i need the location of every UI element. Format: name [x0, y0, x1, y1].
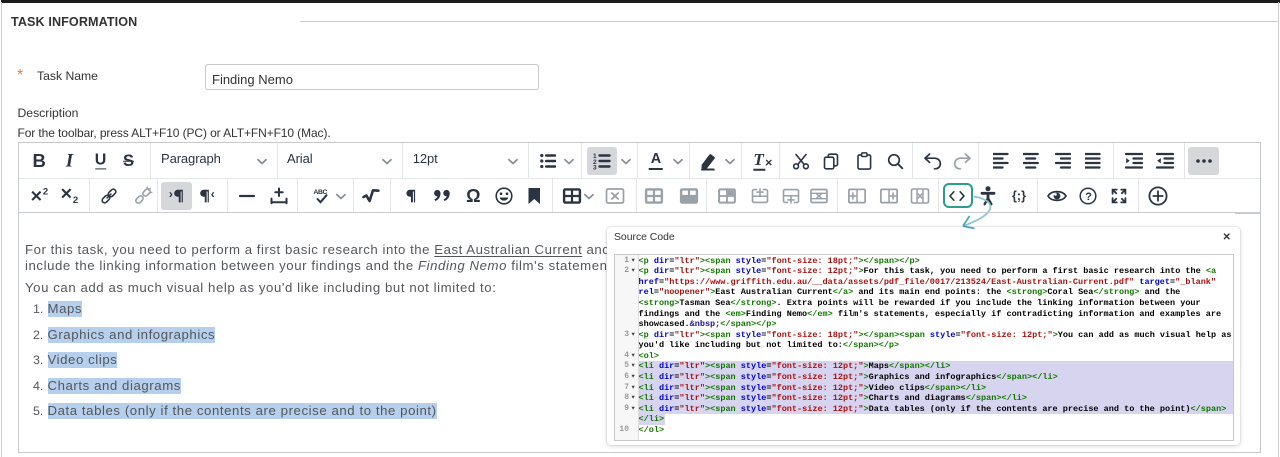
svg-text:?: ?: [1085, 191, 1092, 203]
svg-text:3: 3: [593, 164, 597, 169]
